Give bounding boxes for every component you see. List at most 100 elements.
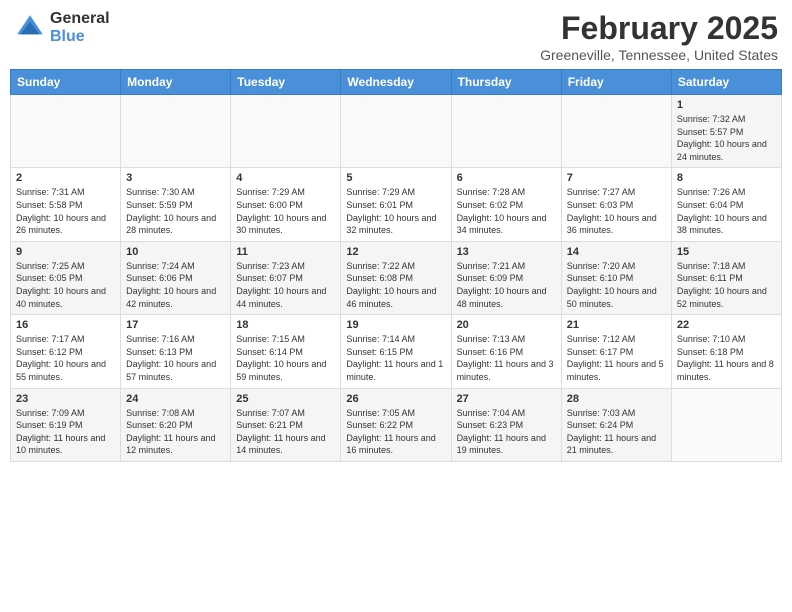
day-number: 15 xyxy=(677,246,776,258)
day-number: 4 xyxy=(236,172,335,184)
day-info: Sunrise: 7:29 AM Sunset: 6:01 PM Dayligh… xyxy=(346,186,445,236)
calendar-day-cell xyxy=(231,95,341,168)
calendar-day-cell: 4 Sunrise: 7:29 AM Sunset: 6:00 PM Daylig… xyxy=(231,168,341,241)
logo-text: General Blue xyxy=(50,10,110,45)
calendar-day-cell: 9 Sunrise: 7:25 AM Sunset: 6:05 PM Daylig… xyxy=(11,241,121,314)
day-number: 10 xyxy=(126,246,225,258)
day-number: 11 xyxy=(236,246,335,258)
day-number: 16 xyxy=(16,319,115,331)
calendar-day-cell: 6 Sunrise: 7:28 AM Sunset: 6:02 PM Daylig… xyxy=(451,168,561,241)
calendar-day-cell: 2 Sunrise: 7:31 AM Sunset: 5:58 PM Daylig… xyxy=(11,168,121,241)
day-number: 25 xyxy=(236,393,335,405)
day-number: 26 xyxy=(346,393,445,405)
day-info: Sunrise: 7:23 AM Sunset: 6:07 PM Dayligh… xyxy=(236,260,335,310)
day-info: Sunrise: 7:28 AM Sunset: 6:02 PM Dayligh… xyxy=(457,186,556,236)
calendar-day-cell: 22Sunrise: 7:10 AM Sunset: 6:18 PM Dayli… xyxy=(671,315,781,388)
calendar-day-cell: 11 Sunrise: 7:23 AM Sunset: 6:07 PM Dayli… xyxy=(231,241,341,314)
day-number: 2 xyxy=(16,172,115,184)
day-info: Sunrise: 7:26 AM Sunset: 6:04 PM Dayligh… xyxy=(677,186,776,236)
day-info: Sunrise: 7:03 AM Sunset: 6:24 PM Dayligh… xyxy=(567,407,666,457)
calendar-week-row: 1 Sunrise: 7:32 AM Sunset: 5:57 PM Daylig… xyxy=(11,95,782,168)
day-number: 6 xyxy=(457,172,556,184)
calendar-day-cell: 8 Sunrise: 7:26 AM Sunset: 6:04 PM Daylig… xyxy=(671,168,781,241)
day-number: 27 xyxy=(457,393,556,405)
day-info: Sunrise: 7:17 AM Sunset: 6:12 PM Dayligh… xyxy=(16,333,115,383)
day-number: 3 xyxy=(126,172,225,184)
day-info: Sunrise: 7:29 AM Sunset: 6:00 PM Dayligh… xyxy=(236,186,335,236)
calendar-day-cell: 13 Sunrise: 7:21 AM Sunset: 6:09 PM Dayli… xyxy=(451,241,561,314)
calendar-day-cell: 28 Sunrise: 7:03 AM Sunset: 6:24 PM Dayli… xyxy=(561,388,671,461)
day-info: Sunrise: 7:12 AM Sunset: 6:17 PM Dayligh… xyxy=(567,333,666,383)
calendar-day-cell: 17 Sunrise: 7:16 AM Sunset: 6:13 PM Dayli… xyxy=(121,315,231,388)
day-number: 14 xyxy=(567,246,666,258)
logo-general-text: General xyxy=(50,10,110,28)
day-info: Sunrise: 7:16 AM Sunset: 6:13 PM Dayligh… xyxy=(126,333,225,383)
day-info: Sunrise: 7:21 AM Sunset: 6:09 PM Dayligh… xyxy=(457,260,556,310)
calendar-header-sunday: Sunday xyxy=(11,70,121,95)
calendar-day-cell: 5 Sunrise: 7:29 AM Sunset: 6:01 PM Daylig… xyxy=(341,168,451,241)
day-number: 1 xyxy=(677,99,776,111)
day-number: 24 xyxy=(126,393,225,405)
calendar-day-cell xyxy=(11,95,121,168)
calendar-day-cell: 23 Sunrise: 7:09 AM Sunset: 6:19 PM Dayli… xyxy=(11,388,121,461)
calendar-day-cell: 1 Sunrise: 7:32 AM Sunset: 5:57 PM Daylig… xyxy=(671,95,781,168)
day-number: 28 xyxy=(567,393,666,405)
day-info: Sunrise: 7:25 AM Sunset: 6:05 PM Dayligh… xyxy=(16,260,115,310)
day-number: 9 xyxy=(16,246,115,258)
calendar-day-cell: 18 Sunrise: 7:15 AM Sunset: 6:14 PM Dayli… xyxy=(231,315,341,388)
day-info: Sunrise: 7:22 AM Sunset: 6:08 PM Dayligh… xyxy=(346,260,445,310)
calendar-day-cell xyxy=(121,95,231,168)
day-info: Sunrise: 7:31 AM Sunset: 5:58 PM Dayligh… xyxy=(16,186,115,236)
day-info: Sunrise: 7:24 AM Sunset: 6:06 PM Dayligh… xyxy=(126,260,225,310)
calendar-day-cell: 16 Sunrise: 7:17 AM Sunset: 6:12 PM Dayli… xyxy=(11,315,121,388)
day-info: Sunrise: 7:20 AM Sunset: 6:10 PM Dayligh… xyxy=(567,260,666,310)
day-number: 22 xyxy=(677,319,776,331)
day-info: Sunrise: 7:07 AM Sunset: 6:21 PM Dayligh… xyxy=(236,407,335,457)
calendar-day-cell: 3 Sunrise: 7:30 AM Sunset: 5:59 PM Daylig… xyxy=(121,168,231,241)
calendar-day-cell: 25 Sunrise: 7:07 AM Sunset: 6:21 PM Dayli… xyxy=(231,388,341,461)
calendar-day-cell: 14 Sunrise: 7:20 AM Sunset: 6:10 PM Dayli… xyxy=(561,241,671,314)
day-info: Sunrise: 7:30 AM Sunset: 5:59 PM Dayligh… xyxy=(126,186,225,236)
calendar-week-row: 23 Sunrise: 7:09 AM Sunset: 6:19 PM Dayli… xyxy=(11,388,782,461)
location: Greeneville, Tennessee, United States xyxy=(540,47,778,63)
calendar-day-cell: 12 Sunrise: 7:22 AM Sunset: 6:08 PM Dayli… xyxy=(341,241,451,314)
day-info: Sunrise: 7:08 AM Sunset: 6:20 PM Dayligh… xyxy=(126,407,225,457)
day-number: 23 xyxy=(16,393,115,405)
calendar-week-row: 16 Sunrise: 7:17 AM Sunset: 6:12 PM Dayli… xyxy=(11,315,782,388)
calendar-day-cell xyxy=(561,95,671,168)
calendar-day-cell: 24 Sunrise: 7:08 AM Sunset: 6:20 PM Dayli… xyxy=(121,388,231,461)
logo-icon xyxy=(14,12,46,44)
page-header: General Blue February 2025 Greeneville, … xyxy=(10,10,782,63)
day-number: 18 xyxy=(236,319,335,331)
day-number: 12 xyxy=(346,246,445,258)
calendar-header-wednesday: Wednesday xyxy=(341,70,451,95)
day-number: 17 xyxy=(126,319,225,331)
day-info: Sunrise: 7:09 AM Sunset: 6:19 PM Dayligh… xyxy=(16,407,115,457)
day-number: 8 xyxy=(677,172,776,184)
title-block: February 2025 Greeneville, Tennessee, Un… xyxy=(540,10,778,63)
day-number: 5 xyxy=(346,172,445,184)
calendar-day-cell: 20 Sunrise: 7:13 AM Sunset: 6:16 PM Dayli… xyxy=(451,315,561,388)
day-info: Sunrise: 7:13 AM Sunset: 6:16 PM Dayligh… xyxy=(457,333,556,383)
day-number: 7 xyxy=(567,172,666,184)
calendar-header-monday: Monday xyxy=(121,70,231,95)
calendar-header-thursday: Thursday xyxy=(451,70,561,95)
day-info: Sunrise: 7:05 AM Sunset: 6:22 PM Dayligh… xyxy=(346,407,445,457)
calendar-day-cell: 21Sunrise: 7:12 AM Sunset: 6:17 PM Dayli… xyxy=(561,315,671,388)
month-title: February 2025 xyxy=(540,10,778,47)
logo: General Blue xyxy=(14,10,110,45)
day-number: 13 xyxy=(457,246,556,258)
calendar-day-cell: 15Sunrise: 7:18 AM Sunset: 6:11 PM Dayli… xyxy=(671,241,781,314)
calendar-day-cell: 27Sunrise: 7:04 AM Sunset: 6:23 PM Dayli… xyxy=(451,388,561,461)
day-number: 19 xyxy=(346,319,445,331)
day-info: Sunrise: 7:14 AM Sunset: 6:15 PM Dayligh… xyxy=(346,333,445,383)
calendar-header-friday: Friday xyxy=(561,70,671,95)
calendar-day-cell: 26 Sunrise: 7:05 AM Sunset: 6:22 PM Dayli… xyxy=(341,388,451,461)
day-info: Sunrise: 7:15 AM Sunset: 6:14 PM Dayligh… xyxy=(236,333,335,383)
calendar-day-cell: 7Sunrise: 7:27 AM Sunset: 6:03 PM Daylig… xyxy=(561,168,671,241)
calendar-week-row: 9 Sunrise: 7:25 AM Sunset: 6:05 PM Daylig… xyxy=(11,241,782,314)
logo-blue-text: Blue xyxy=(50,28,110,46)
day-info: Sunrise: 7:32 AM Sunset: 5:57 PM Dayligh… xyxy=(677,113,776,163)
calendar-day-cell: 10 Sunrise: 7:24 AM Sunset: 6:06 PM Dayli… xyxy=(121,241,231,314)
day-number: 20 xyxy=(457,319,556,331)
